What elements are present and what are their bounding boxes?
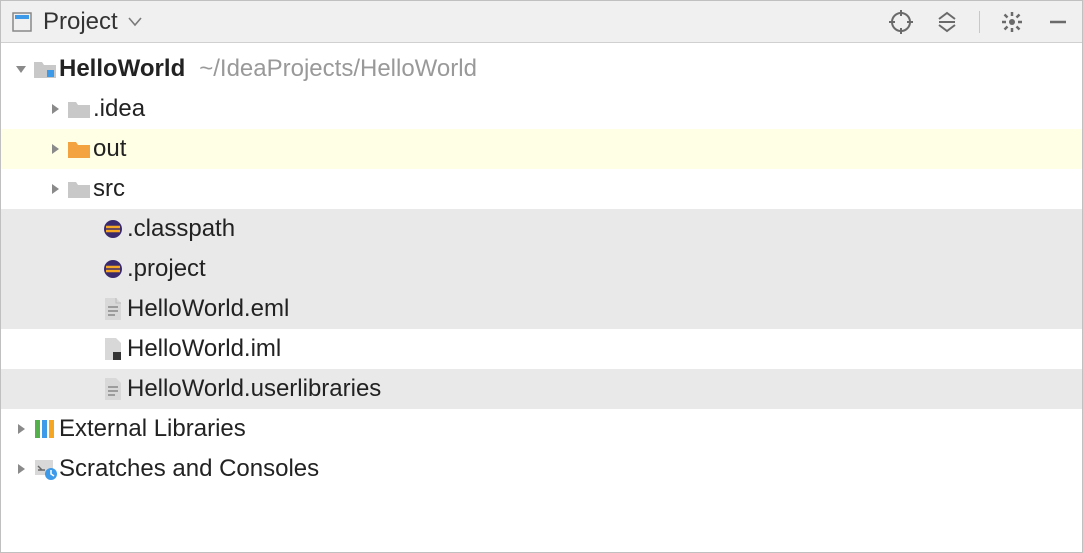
settings-icon[interactable] [998,8,1026,36]
collapse-arrow-icon[interactable] [11,462,31,476]
text-file-icon [99,297,127,321]
folder-icon [65,99,93,119]
dropdown-arrow-icon[interactable] [128,14,142,30]
module-file-icon [99,337,127,361]
tree-item-label: out [93,135,126,163]
tree-folder-idea[interactable]: .idea [1,89,1082,129]
tree-file-iml[interactable]: HelloWorld.iml [1,329,1082,369]
scratches-icon [31,458,59,480]
libraries-icon [31,418,59,440]
collapse-arrow-icon[interactable] [45,102,65,116]
tree-item-label: .classpath [127,215,235,243]
project-toolbar: Project [1,1,1082,43]
tree-item-label: .project [127,255,206,283]
toolbar-divider [979,11,980,33]
eclipse-file-icon [99,258,127,280]
folder-icon [65,179,93,199]
tree-item-label: Scratches and Consoles [59,455,319,483]
minimize-icon[interactable] [1044,8,1072,36]
tree-root-label: HelloWorld [59,55,185,83]
module-folder-icon [31,59,59,79]
project-dropdown-label[interactable]: Project [43,8,118,36]
tree-file-userlibraries[interactable]: HelloWorld.userlibraries [1,369,1082,409]
tree-root-helloworld[interactable]: HelloWorld ~/IdeaProjects/HelloWorld [1,49,1082,89]
tree-item-label: HelloWorld.iml [127,335,281,363]
tree-file-classpath[interactable]: .classpath [1,209,1082,249]
tree-external-libraries[interactable]: External Libraries [1,409,1082,449]
tree-folder-src[interactable]: src [1,169,1082,209]
collapse-arrow-icon[interactable] [45,142,65,156]
locate-icon[interactable] [887,8,915,36]
tree-root-path: ~/IdeaProjects/HelloWorld [199,55,477,83]
tree-file-eml[interactable]: HelloWorld.eml [1,289,1082,329]
expand-arrow-icon[interactable] [11,62,31,76]
collapse-all-icon[interactable] [933,8,961,36]
excluded-folder-icon [65,139,93,159]
tree-item-label: HelloWorld.userlibraries [127,375,381,403]
tree-item-label: src [93,175,125,203]
project-view-icon [11,11,33,33]
collapse-arrow-icon[interactable] [11,422,31,436]
tree-item-label: HelloWorld.eml [127,295,289,323]
tree-item-label: .idea [93,95,145,123]
project-tree: HelloWorld ~/IdeaProjects/HelloWorld .id… [1,43,1082,495]
tree-scratches-consoles[interactable]: Scratches and Consoles [1,449,1082,489]
tree-file-project[interactable]: .project [1,249,1082,289]
tree-folder-out[interactable]: out [1,129,1082,169]
eclipse-file-icon [99,218,127,240]
tree-item-label: External Libraries [59,415,246,443]
text-file-icon [99,377,127,401]
collapse-arrow-icon[interactable] [45,182,65,196]
